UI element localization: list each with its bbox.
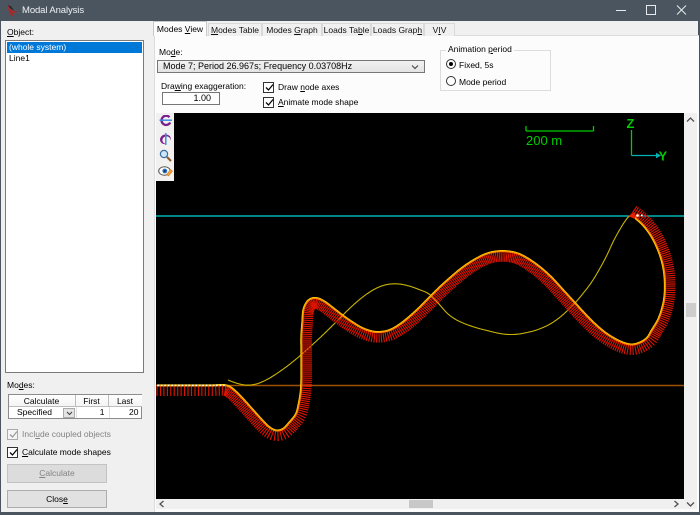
svg-text:Y: Y bbox=[659, 149, 668, 164]
svg-text:Z: Z bbox=[627, 116, 635, 131]
svg-text:200 m: 200 m bbox=[526, 133, 562, 148]
